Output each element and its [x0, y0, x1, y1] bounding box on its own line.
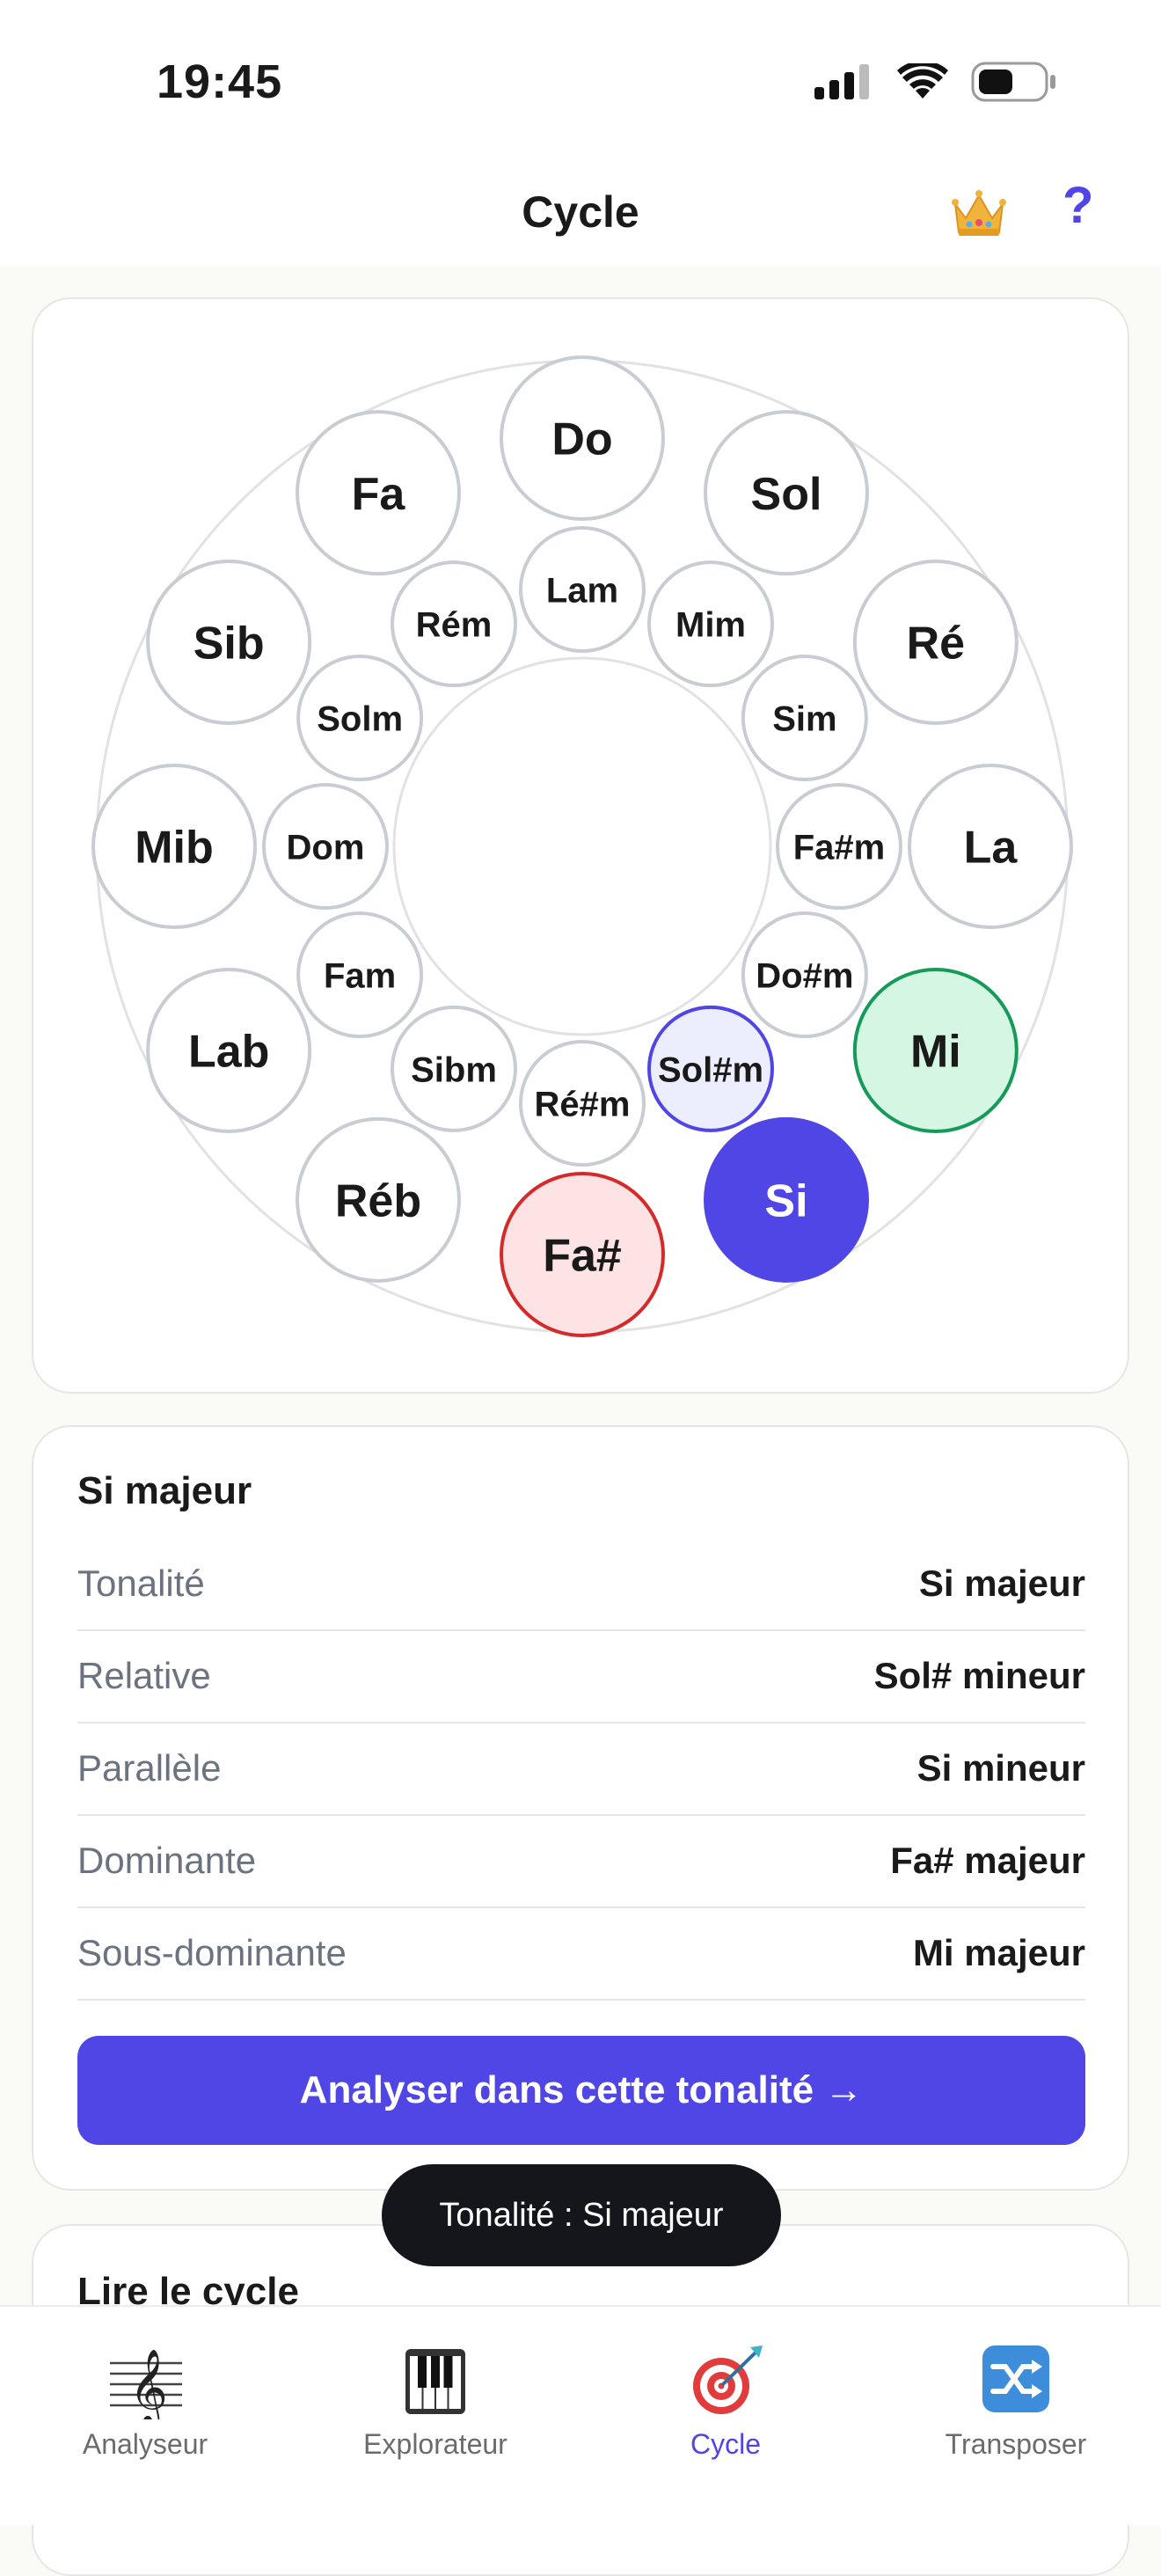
major-key-mi[interactable]: Mi	[852, 968, 1019, 1133]
minor-key-label: Solm	[317, 699, 403, 738]
tab-label: Explorateur	[363, 2428, 507, 2460]
major-key-mib[interactable]: Mib	[91, 764, 257, 929]
svg-text:𝄞: 𝄞	[129, 2349, 168, 2419]
info-label: Parallèle	[77, 1747, 222, 1789]
minor-key-label: Mim	[675, 606, 746, 645]
info-value: Si mineur	[916, 1747, 1085, 1789]
major-key-do[interactable]: Do	[500, 355, 665, 521]
major-key-reb[interactable]: Réb	[296, 1116, 461, 1283]
piano-keys-icon	[405, 2349, 465, 2414]
major-key-fa[interactable]: Fa	[296, 410, 461, 576]
major-key-label: Do	[551, 414, 612, 465]
minor-key-label: Do#m	[756, 956, 853, 995]
major-key-re[interactable]: Ré	[852, 560, 1019, 725]
tab-transposer[interactable]: Transposer	[871, 2324, 1161, 2483]
info-value: Sol# mineur	[873, 1655, 1085, 1696]
minor-key-sol-sharpm[interactable]: Sol#m	[647, 1005, 774, 1132]
info-row-tonalite: Tonalité Si majeur	[77, 1538, 1085, 1631]
status-bar: 19:45	[0, 0, 1161, 167]
minor-key-lam[interactable]: Lam	[519, 526, 646, 653]
tab-bar: 𝄞 Analyseur Explorateur Cycle Transposer	[0, 2305, 1161, 2525]
battery-icon	[971, 62, 1055, 102]
tab-label: Transposer	[945, 2428, 1087, 2460]
major-key-label: Réb	[335, 1176, 421, 1227]
dart-target-icon	[693, 2345, 763, 2414]
info-row-sous-dominante: Sous-dominante Mi majeur	[77, 1907, 1085, 2001]
minor-key-solm[interactable]: Solm	[296, 655, 424, 781]
status-time: 19:45	[157, 55, 283, 108]
major-key-label: Fa#	[543, 1231, 622, 1282]
major-key-label: Ré	[907, 618, 965, 670]
major-key-label: Sol	[751, 469, 822, 520]
tab-label: Cycle	[690, 2428, 761, 2460]
tab-cycle[interactable]: Cycle	[580, 2324, 871, 2483]
info-label: Tonalité	[77, 1562, 205, 1604]
minor-key-rem[interactable]: Rém	[391, 560, 517, 688]
minor-key-do-sharpm[interactable]: Do#m	[741, 911, 868, 1038]
major-key-si[interactable]: Si	[704, 1116, 869, 1283]
minor-key-mim[interactable]: Mim	[647, 560, 774, 688]
major-key-label: Fa	[352, 469, 406, 520]
wheel-center	[392, 656, 772, 1036]
nav-bar: Cycle ?	[0, 167, 1161, 266]
major-key-sol[interactable]: Sol	[704, 410, 869, 576]
minor-key-dom[interactable]: Dom	[262, 783, 389, 910]
signal-icon	[814, 64, 869, 99]
major-key-fa-sharp[interactable]: Fa#	[500, 1172, 665, 1337]
info-value: Fa# majeur	[890, 1840, 1085, 1881]
info-row-dominante: Dominante Fa# majeur	[77, 1815, 1085, 1908]
treble-clef-icon: 𝄞	[110, 2349, 182, 2419]
toast-message: Tonalité : Si majeur	[382, 2164, 781, 2266]
minor-key-label: Rém	[416, 606, 493, 645]
circle-of-fifths-card: Do Sol Ré La Mi Si Fa# Réb Lab Mib Sib Fa Lam Mim Sim F…	[32, 297, 1129, 1394]
info-label: Dominante	[77, 1840, 257, 1881]
circle-of-fifths: Do Sol Ré La Mi Si Fa# Réb Lab Mib Sib Fa Lam Mim Sim F…	[91, 355, 1073, 1337]
minor-key-label: Fa#m	[793, 828, 886, 867]
key-info-title: Si majeur	[77, 1469, 252, 1512]
shuffle-icon	[982, 2345, 1049, 2412]
minor-key-label: Dom	[287, 828, 365, 867]
minor-key-re-sharpm[interactable]: Ré#m	[519, 1040, 646, 1167]
major-key-label: Sib	[194, 618, 265, 670]
minor-key-fa-sharpm[interactable]: Fa#m	[776, 783, 902, 910]
minor-key-fam[interactable]: Fam	[296, 911, 424, 1038]
major-key-la[interactable]: La	[908, 764, 1073, 929]
minor-key-label: Lam	[546, 571, 618, 610]
major-key-label: Si	[764, 1176, 807, 1227]
major-key-label: La	[964, 823, 1019, 874]
status-icons	[814, 62, 1057, 102]
info-label: Relative	[77, 1655, 211, 1696]
info-row-relative: Relative Sol# mineur	[77, 1630, 1085, 1723]
tab-label: Analyseur	[82, 2428, 208, 2460]
tab-analyseur[interactable]: 𝄞 Analyseur	[0, 2324, 290, 2483]
major-key-label: Mib	[135, 823, 214, 874]
minor-key-sibm[interactable]: Sibm	[391, 1005, 517, 1132]
analyze-in-key-button[interactable]: Analyser dans cette tonalité →	[77, 2036, 1085, 2145]
minor-key-label: Sol#m	[658, 1050, 763, 1089]
info-value: Mi majeur	[912, 1932, 1085, 1973]
major-key-lab[interactable]: Lab	[146, 968, 312, 1133]
wifi-icon	[897, 63, 948, 99]
major-key-label: Lab	[188, 1027, 269, 1078]
info-label: Sous-dominante	[77, 1932, 347, 1973]
minor-key-label: Ré#m	[535, 1085, 631, 1123]
help-button[interactable]: ?	[1062, 176, 1093, 235]
minor-key-sim[interactable]: Sim	[741, 655, 868, 781]
crown-icon[interactable]	[948, 183, 1010, 245]
minor-key-label: Sibm	[411, 1050, 497, 1089]
major-key-sib[interactable]: Sib	[146, 560, 312, 725]
tab-explorateur[interactable]: Explorateur	[290, 2324, 580, 2483]
minor-key-label: Sim	[772, 699, 836, 738]
minor-key-label: Fam	[324, 956, 396, 995]
major-key-label: Mi	[910, 1027, 961, 1078]
info-row-parallele: Parallèle Si mineur	[77, 1723, 1085, 1816]
key-info-card: Si majeur Tonalité Si majeur Relative So…	[32, 1425, 1129, 2191]
info-value: Si majeur	[918, 1562, 1085, 1604]
